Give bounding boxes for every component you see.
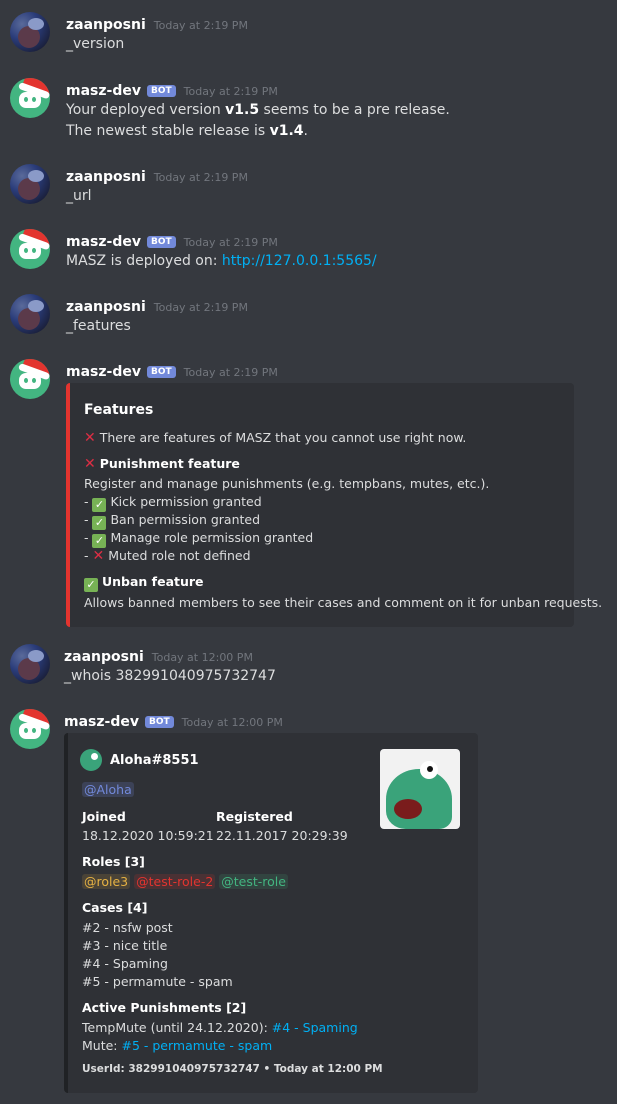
features-embed: Features ✕ There are features of MASZ th…	[66, 383, 602, 627]
username[interactable]: masz-dev	[66, 83, 141, 99]
punishment-line: Mute: #5 - permamute - spam	[82, 1038, 272, 1053]
bot-avatar[interactable]	[10, 78, 50, 118]
roles-list: @role3 @test-role-2 @test-role	[82, 874, 288, 889]
bot-avatar[interactable]	[10, 709, 50, 749]
check-icon: ✓	[84, 578, 98, 592]
username[interactable]: masz-dev	[66, 364, 141, 380]
joined-label: Joined	[82, 809, 126, 824]
version-value: v1.5	[225, 102, 260, 118]
punishment-line: TempMute (until 24.12.2020): #4 - Spamin…	[82, 1020, 358, 1035]
warning-line: ✕ There are features of MASZ that you ca…	[84, 430, 466, 446]
username[interactable]: zaanposni	[64, 649, 144, 665]
registered-label: Registered	[216, 809, 293, 824]
check-text: Manage role permission granted	[110, 530, 314, 545]
username[interactable]: masz-dev	[66, 234, 141, 250]
punishment-text: Mute:	[82, 1038, 122, 1053]
timestamp: Today at 12:00 PM	[151, 651, 253, 664]
check-item: - ✓ Manage role permission granted	[84, 530, 314, 548]
user-thumbnail[interactable]	[380, 749, 460, 829]
case-link[interactable]: #5 - permamute - spam	[82, 974, 233, 989]
message-text: _whois 382991040975732747	[64, 668, 276, 684]
message-text: MASZ is deployed on: http://127.0.0.1:55…	[66, 251, 377, 272]
role-mention[interactable]: @test-role-2	[134, 874, 216, 889]
joined-value: 18.12.2020 10:59:21	[82, 828, 214, 843]
deploy-url-link[interactable]: http://127.0.0.1:5565/	[222, 253, 377, 269]
cross-icon: ✕	[84, 456, 96, 472]
punishment-text: TempMute (until 24.12.2020):	[82, 1020, 272, 1035]
case-link[interactable]: #4 - Spaming	[82, 956, 168, 971]
unban-desc: Allows banned members to see their cases…	[84, 595, 603, 610]
punishments-label: Active Punishments [2]	[82, 1000, 247, 1015]
check-text: Kick permission granted	[110, 494, 262, 509]
message-text: _version	[66, 36, 125, 52]
embed-footer: UserId: 382991040975732747 • Today at 12…	[82, 1063, 383, 1075]
whois-embed: Aloha#8551 @Aloha Joined 18.12.2020 10:5…	[64, 733, 478, 1093]
message-text: Your deployed version v1.5 seems to be a…	[66, 100, 450, 142]
timestamp: Today at 12:00 PM	[181, 716, 283, 729]
punishment-heading: ✕ Punishment feature	[84, 456, 240, 472]
check-text: Muted role not defined	[108, 548, 251, 563]
message-text: _features	[66, 318, 131, 334]
user-mention[interactable]: @Aloha	[82, 782, 134, 797]
cross-icon: ✕	[92, 548, 105, 564]
bot-avatar[interactable]	[10, 229, 50, 269]
timestamp: Today at 2:19 PM	[183, 366, 278, 379]
text-segment: MASZ is deployed on:	[66, 253, 222, 269]
check-icon: ✓	[92, 516, 107, 530]
text-segment: .	[303, 123, 308, 139]
user-avatar[interactable]	[10, 164, 50, 204]
punishment-title: Punishment feature	[99, 456, 240, 471]
version-value: v1.4	[269, 123, 304, 139]
bot-badge: BOT	[144, 716, 174, 728]
check-text: Ban permission granted	[110, 512, 261, 527]
unban-heading: ✓ Unban feature	[84, 574, 204, 592]
warning-text: There are features of MASZ that you cann…	[99, 430, 467, 445]
bot-avatar[interactable]	[10, 359, 50, 399]
text-segment: The newest stable release is	[66, 123, 270, 139]
bot-badge: BOT	[146, 85, 176, 97]
role-mention[interactable]: @test-role	[219, 874, 288, 889]
embed-title: Features	[84, 402, 154, 418]
unban-title: Unban feature	[101, 574, 204, 589]
check-item: - ✓ Ban permission granted	[84, 512, 261, 530]
user-avatar[interactable]	[10, 644, 50, 684]
punishment-desc: Register and manage punishments (e.g. te…	[84, 476, 490, 491]
registered-value: 22.11.2017 20:29:39	[216, 828, 348, 843]
user-mention-line: @Aloha	[82, 782, 134, 797]
message-text: _url	[66, 188, 92, 204]
case-link[interactable]: #5 - permamute - spam	[121, 1038, 272, 1053]
username[interactable]: zaanposni	[66, 299, 146, 315]
user-avatar[interactable]	[10, 294, 50, 334]
username[interactable]: masz-dev	[64, 714, 139, 730]
user-avatar[interactable]	[10, 12, 50, 52]
check-icon: ✓	[92, 498, 107, 512]
bot-badge: BOT	[146, 366, 176, 378]
timestamp: Today at 2:19 PM	[153, 19, 248, 32]
embed-author-avatar	[80, 749, 102, 771]
username[interactable]: zaanposni	[66, 17, 146, 33]
text-segment: seems to be a pre release.	[259, 102, 450, 118]
roles-label: Roles [3]	[82, 854, 145, 869]
timestamp: Today at 2:19 PM	[153, 301, 248, 314]
timestamp: Today at 2:19 PM	[153, 171, 248, 184]
timestamp: Today at 2:19 PM	[183, 85, 278, 98]
embed-author[interactable]: Aloha#8551	[110, 753, 199, 768]
timestamp: Today at 2:19 PM	[183, 236, 278, 249]
cross-icon: ✕	[84, 430, 96, 446]
role-mention[interactable]: @role3	[82, 874, 131, 889]
cases-label: Cases [4]	[82, 900, 148, 915]
case-link[interactable]: #4 - Spaming	[272, 1020, 358, 1035]
username[interactable]: zaanposni	[66, 169, 146, 185]
bot-badge: BOT	[146, 236, 176, 248]
check-item: - ✕ Muted role not defined	[84, 548, 251, 564]
case-link[interactable]: #3 - nice title	[82, 938, 167, 953]
case-link[interactable]: #2 - nsfw post	[82, 920, 173, 935]
text-segment: Your deployed version	[66, 102, 226, 118]
check-item: - ✓ Kick permission granted	[84, 494, 262, 512]
check-icon: ✓	[92, 534, 107, 548]
